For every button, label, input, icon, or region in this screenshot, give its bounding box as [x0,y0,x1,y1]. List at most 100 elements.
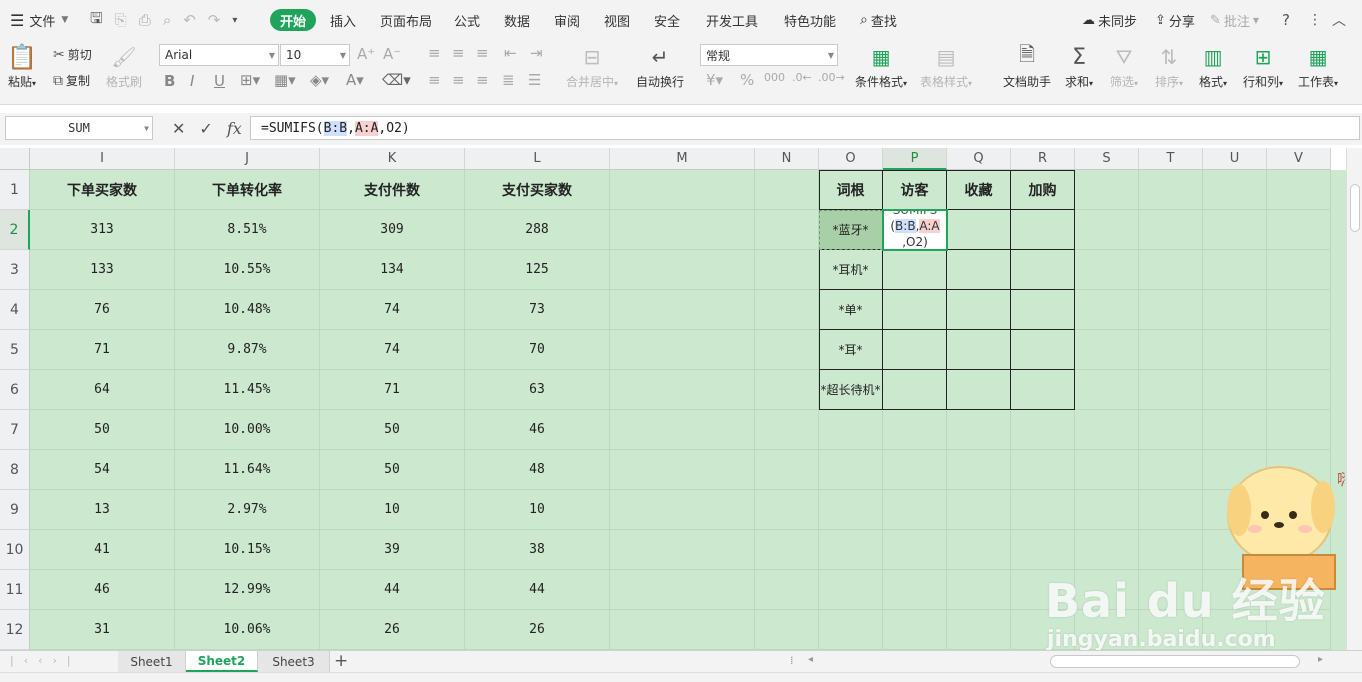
cell-R8[interactable] [1011,450,1075,490]
increase-indent-icon[interactable]: ⇥ [530,44,543,62]
tab-insert[interactable]: 插入 [330,0,356,40]
table-cell-O4[interactable]: *单* [819,290,883,330]
rows-cols-button[interactable]: ⊞ 行和列▾ [1243,44,1283,90]
save-icon[interactable]: 🖫 [90,8,103,33]
cell-U3[interactable] [1203,250,1267,290]
more-icon[interactable]: ⋮ [1308,0,1322,40]
cell-I2[interactable]: 313 [30,210,175,250]
table-cell-Q2[interactable] [947,210,1011,250]
cell-M2[interactable] [610,210,755,250]
sheet-tab-3[interactable]: Sheet3 [258,651,330,672]
increase-decimal-icon[interactable]: .0← [792,71,812,84]
cell-K2[interactable]: 309 [320,210,465,250]
cell-U5[interactable] [1203,330,1267,370]
cell-J6[interactable]: 11.45% [175,370,320,410]
cell-L2[interactable]: 288 [465,210,610,250]
redo-icon[interactable]: ↷ [208,11,221,29]
cell-M6[interactable] [610,370,755,410]
cell-J3[interactable]: 10.55% [175,250,320,290]
table-cell-P5[interactable] [883,330,947,370]
tab-formulas[interactable]: 公式 [454,0,480,40]
column-header-V[interactable]: V [1267,148,1331,170]
print-icon[interactable]: ⎙ [139,11,151,29]
cell-N4[interactable] [755,290,819,330]
active-cell-editor[interactable]: SUMIFS (B:B,A:A ,O2) [882,209,948,251]
format-painter-button[interactable]: 🖌 格式刷 [106,44,142,90]
cell-Q11[interactable] [947,570,1011,610]
table-cell-P4[interactable] [883,290,947,330]
row-header-1[interactable]: 1 [0,170,30,210]
align-bottom-icon[interactable]: ≡ [476,44,489,62]
align-left-icon[interactable]: ≡ [428,71,441,89]
cell-K8[interactable]: 50 [320,450,465,490]
file-menu[interactable]: ☰ 文件 ▼ [10,0,68,40]
thousands-icon[interactable]: 000 [764,71,785,84]
column-header-R[interactable]: R [1011,148,1075,170]
cell-S6[interactable] [1075,370,1139,410]
filter-button[interactable]: ⛛ 筛选▾ [1110,44,1138,90]
wrap-text-button[interactable]: ↵ 自动换行 [636,44,684,90]
column-header-L[interactable]: L [465,148,610,170]
cell-V12[interactable] [1267,610,1331,650]
cell-J9[interactable]: 2.97% [175,490,320,530]
cell-T9[interactable] [1139,490,1203,530]
table-cell-Q3[interactable] [947,250,1011,290]
sheet-nav-arrows[interactable]: |‹‹›| [10,654,81,667]
borders-icon[interactable]: ⊞▾ [240,71,260,89]
cell-N3[interactable] [755,250,819,290]
collapse-ribbon-icon[interactable]: ︿ [1332,0,1346,40]
merge-center-button[interactable]: ⊟ 合并居中▾ [566,44,618,90]
cell-L3[interactable]: 125 [465,250,610,290]
align-center-icon[interactable]: ≡ [452,71,465,89]
cell-I5[interactable]: 71 [30,330,175,370]
cell-I7[interactable]: 50 [30,410,175,450]
clear-format-icon[interactable]: ⌫▾ [382,71,411,89]
tab-view[interactable]: 视图 [604,0,630,40]
formula-input[interactable]: =SUMIFS(B:B, A:A ,O2) [250,116,1360,140]
cell-K12[interactable]: 26 [320,610,465,650]
column-header-K[interactable]: K [320,148,465,170]
tab-data[interactable]: 数据 [504,0,530,40]
cell-O12[interactable] [819,610,883,650]
cell-Q10[interactable] [947,530,1011,570]
table-cell-R1[interactable]: 加购 [1011,170,1075,210]
undo-icon[interactable]: ↶ [183,11,196,29]
row-header-9[interactable]: 9 [0,490,30,530]
cell-V4[interactable] [1267,290,1331,330]
split-handle-icon[interactable]: ⁞ [790,654,794,667]
tab-developer[interactable]: 开发工具 [706,0,758,40]
decrease-decimal-icon[interactable]: .00→ [818,71,845,84]
table-cell-R5[interactable] [1011,330,1075,370]
cell-U12[interactable] [1203,610,1267,650]
row-header-12[interactable]: 12 [0,610,30,650]
cell-I4[interactable]: 76 [30,290,175,330]
cell-L1[interactable]: 支付买家数 [465,170,610,210]
cell-K6[interactable]: 71 [320,370,465,410]
cell-L6[interactable]: 63 [465,370,610,410]
cell-I8[interactable]: 54 [30,450,175,490]
decrease-indent-icon[interactable]: ⇤ [504,44,517,62]
cell-J2[interactable]: 8.51% [175,210,320,250]
cell-V1[interactable] [1267,170,1331,210]
table-cell-P3[interactable] [883,250,947,290]
column-header-Q[interactable]: Q [947,148,1011,170]
cell-M5[interactable] [610,330,755,370]
cell-I11[interactable]: 46 [30,570,175,610]
cell-K1[interactable]: 支付件数 [320,170,465,210]
cell-R10[interactable] [1011,530,1075,570]
cell-T12[interactable] [1139,610,1203,650]
tab-home[interactable]: 开始 [270,9,317,31]
copy-button[interactable]: ⧉ 复制 [53,72,90,89]
table-cell-Q1[interactable]: 收藏 [947,170,1011,210]
add-sheet-button[interactable]: + [334,651,348,671]
scroll-left-icon[interactable]: ◂ [808,654,813,665]
percent-icon[interactable]: % [740,71,754,89]
conditional-format-button[interactable]: ▦ 条件格式▾ [855,44,907,90]
cell-K4[interactable]: 74 [320,290,465,330]
row-header-7[interactable]: 7 [0,410,30,450]
font-color-icon[interactable]: A▾ [346,71,364,89]
cell-K5[interactable]: 74 [320,330,465,370]
table-cell-Q5[interactable] [947,330,1011,370]
table-cell-P6[interactable] [883,370,947,410]
cell-T2[interactable] [1139,210,1203,250]
